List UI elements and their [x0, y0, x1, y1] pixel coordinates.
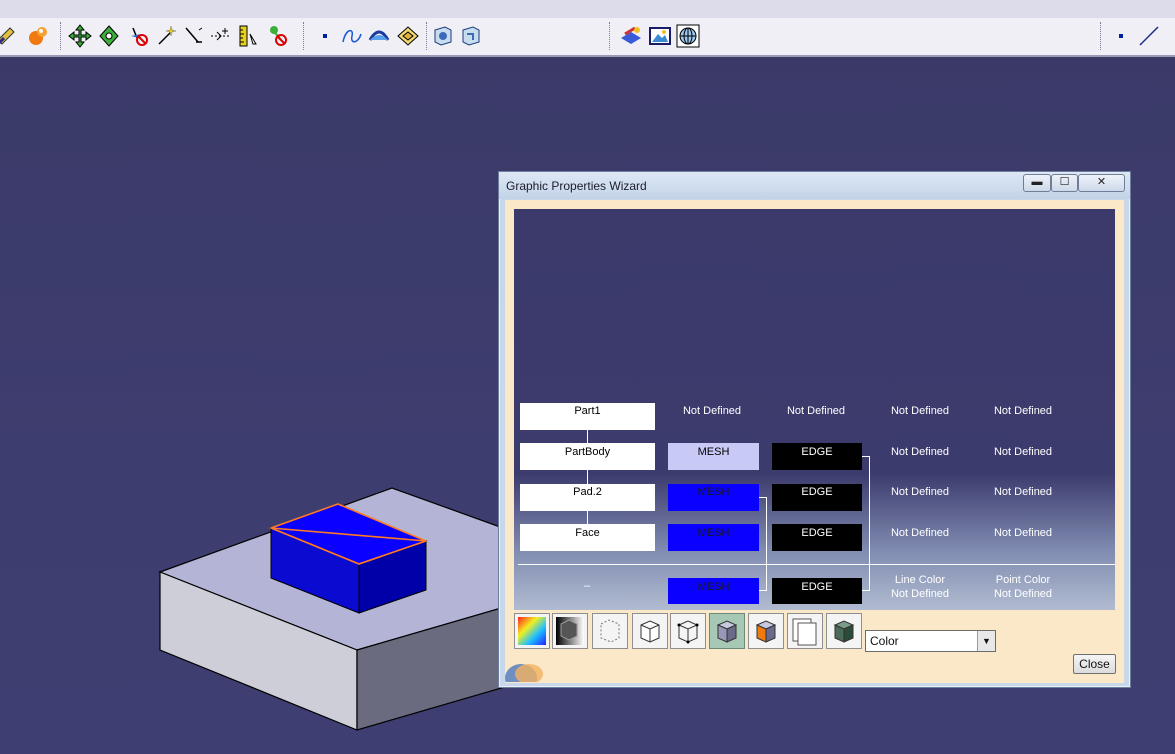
- edge-face-cell[interactable]: EDGE: [772, 524, 862, 551]
- mesh-partbody-cell[interactable]: MESH: [668, 443, 759, 470]
- edge-current-cell[interactable]: EDGE: [772, 578, 862, 604]
- color-wheel-icon: [518, 617, 546, 645]
- tree-node-current: –: [583, 580, 591, 592]
- line-face-value: Not Defined: [890, 527, 950, 539]
- mesh-pad2-cell[interactable]: MESH: [668, 484, 759, 511]
- edge-pad2-cell[interactable]: EDGE: [772, 484, 862, 511]
- line-color-label: Line Color: [894, 574, 946, 586]
- wireframe-cube-button[interactable]: [632, 613, 668, 649]
- point-partbody-value: Not Defined: [993, 446, 1053, 458]
- orange-face-cube-icon: [755, 620, 777, 643]
- tree-node-partbody[interactable]: PartBody: [520, 443, 655, 470]
- shaded-cube-icon: [716, 620, 738, 643]
- close-button[interactable]: Close: [1073, 654, 1116, 674]
- property-select[interactable]: Color ▼: [865, 630, 996, 652]
- tree-node-pad2[interactable]: Pad.2: [520, 484, 655, 511]
- minimize-button[interactable]: ▬: [1023, 174, 1051, 192]
- mesh-face-cell[interactable]: MESH: [668, 524, 759, 551]
- shaded-cube-button[interactable]: [709, 613, 745, 649]
- edge-part1-value: Not Defined: [786, 405, 846, 417]
- property-select-value: Color: [870, 634, 899, 648]
- point-current-value: Not Defined: [993, 588, 1053, 600]
- dialog-title-bar[interactable]: Graphic Properties Wizard ▬ ☐ ✕: [499, 172, 1130, 199]
- tree-node-face[interactable]: Face: [520, 524, 655, 551]
- orange-face-cube-button[interactable]: [748, 613, 784, 649]
- chevron-down-icon[interactable]: ▼: [977, 631, 995, 651]
- dark-cube-button[interactable]: [826, 613, 862, 649]
- wireframe-cube-icon: [640, 620, 660, 643]
- edge-partbody-cell[interactable]: EDGE: [772, 443, 862, 470]
- line-partbody-value: Not Defined: [890, 446, 950, 458]
- line-current-value: Not Defined: [890, 588, 950, 600]
- mesh-link-line: [759, 590, 766, 591]
- wireframe-edges-icon: [677, 620, 699, 644]
- layers-button[interactable]: [787, 613, 823, 649]
- line-part1-value: Not Defined: [890, 405, 950, 417]
- hidden-wireframe-icon: [600, 619, 620, 643]
- mesh-part1-value: Not Defined: [682, 405, 742, 417]
- point-face-value: Not Defined: [993, 527, 1053, 539]
- close-x-button[interactable]: ✕: [1078, 174, 1125, 192]
- hidden-wireframe-button[interactable]: [592, 613, 628, 649]
- catia-logo-icon: [505, 664, 543, 682]
- shading-icon: [556, 617, 584, 645]
- edge-link-vline: [869, 456, 870, 591]
- maximize-button[interactable]: ☐: [1051, 174, 1078, 192]
- line-pad2-value: Not Defined: [890, 486, 950, 498]
- mesh-link-vline: [766, 497, 767, 591]
- point-pad2-value: Not Defined: [993, 486, 1053, 498]
- point-part1-value: Not Defined: [993, 405, 1053, 417]
- wireframe-edges-button[interactable]: [670, 613, 706, 649]
- mesh-link-arrow: [759, 497, 766, 498]
- color-wheel-button[interactable]: [514, 613, 550, 649]
- point-color-label: Point Color: [995, 574, 1051, 586]
- dialog-title: Graphic Properties Wizard: [506, 179, 647, 193]
- shading-button[interactable]: [552, 613, 588, 649]
- panel-separator: [518, 564, 1115, 565]
- layers-icon: [792, 618, 817, 646]
- tree-node-part1[interactable]: Part1: [520, 403, 655, 430]
- dark-cube-icon: [833, 620, 855, 643]
- mesh-current-cell[interactable]: MESH: [668, 578, 759, 604]
